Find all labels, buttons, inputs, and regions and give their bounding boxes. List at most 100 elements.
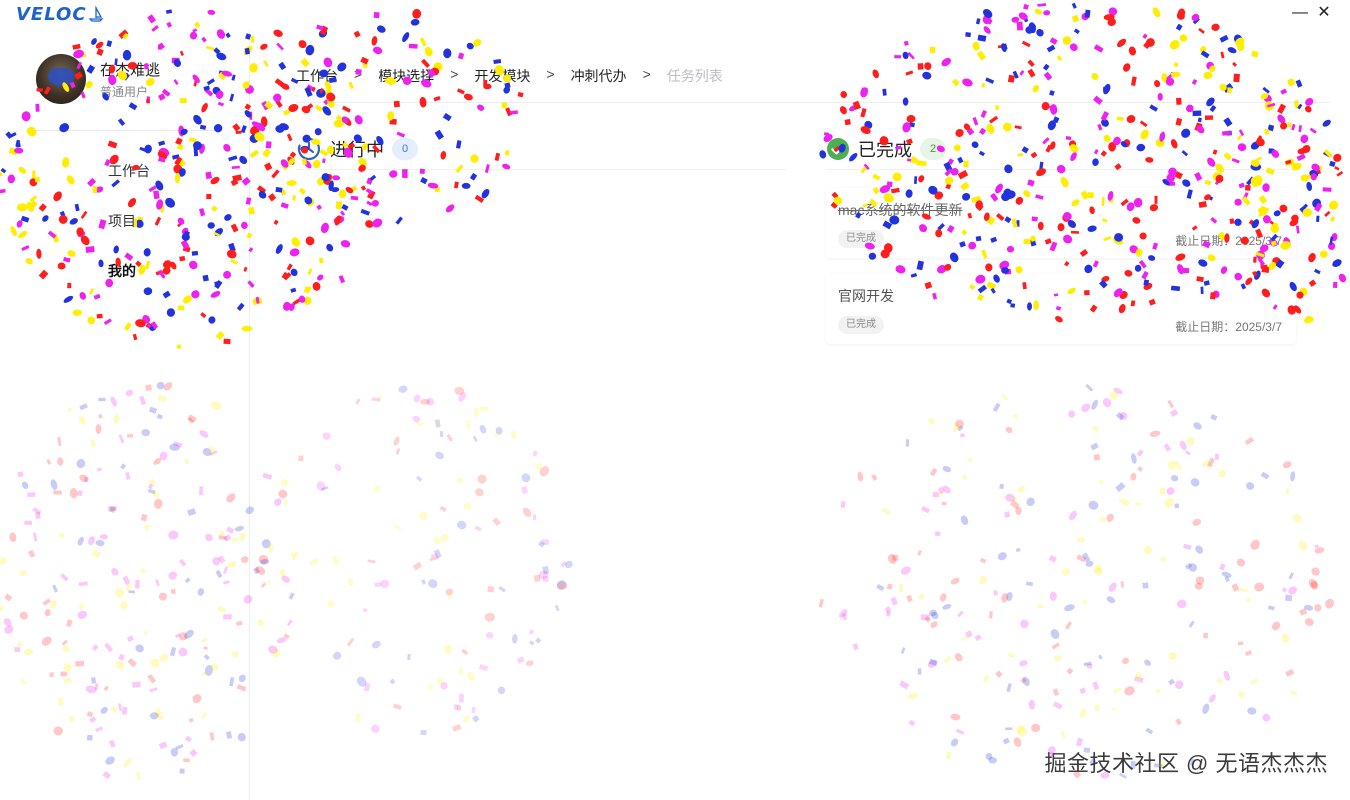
confetti-piece — [1300, 174, 1309, 182]
confetti-piece — [289, 248, 300, 257]
confetti-piece — [556, 580, 566, 590]
confetti-piece — [453, 704, 459, 710]
confetti-piece — [412, 561, 423, 571]
sidebar-item-mine[interactable]: 我的 — [108, 260, 150, 310]
confetti-piece — [477, 474, 487, 484]
confetti-piece — [412, 8, 422, 19]
confetti-piece — [985, 17, 993, 25]
task-card[interactable]: 官网开发 已完成 截止日期：2025/3/7 — [826, 274, 1296, 344]
confetti-piece — [1060, 730, 1066, 740]
confetti-piece — [322, 432, 331, 440]
task-card[interactable]: mac系统的软件更新 已完成 截止日期：2025/3/7 — [826, 188, 1296, 258]
sidebar: 在杰难逃 普通用户 工作台 项目 我的 — [0, 30, 250, 800]
breadcrumb-separator: > — [450, 66, 459, 82]
confetti-piece — [1068, 410, 1075, 418]
confetti-piece — [886, 181, 893, 188]
confetti-piece — [1304, 315, 1312, 324]
confetti-piece — [1071, 2, 1077, 9]
confetti-piece — [1308, 279, 1317, 287]
confetti-piece — [522, 507, 532, 517]
confetti-piece — [1006, 592, 1013, 601]
confetti-piece — [316, 204, 322, 211]
confetti-piece — [1214, 179, 1220, 186]
confetti-piece — [1090, 442, 1099, 451]
confetti-piece — [332, 555, 340, 565]
confetti-piece — [439, 505, 447, 512]
confetti-piece — [1281, 587, 1288, 593]
done-count-badge: 2 — [920, 137, 946, 160]
confetti-piece — [360, 185, 367, 191]
confetti-piece — [1112, 687, 1122, 694]
confetti-piece — [966, 457, 974, 463]
confetti-piece — [1139, 120, 1148, 128]
confetti-piece — [1224, 576, 1230, 583]
confetti-piece — [529, 640, 535, 646]
confetti-piece — [1308, 252, 1316, 263]
confetti-piece — [1202, 703, 1210, 714]
confetti-piece — [1101, 118, 1109, 127]
confetti-piece — [264, 100, 274, 110]
avatar[interactable] — [36, 54, 86, 104]
user-profile[interactable]: 在杰难逃 普通用户 — [36, 54, 160, 104]
breadcrumb-sprint-todo[interactable]: 冲刺代办 — [571, 66, 627, 102]
confetti-piece — [1325, 598, 1335, 609]
confetti-piece — [1021, 40, 1031, 48]
confetti-piece — [1185, 104, 1194, 113]
confetti-piece — [262, 148, 272, 158]
confetti-piece — [328, 180, 334, 191]
confetti-piece — [1142, 582, 1149, 589]
confetti-piece — [291, 237, 301, 247]
confetti-piece — [1115, 411, 1125, 421]
confetti-piece — [957, 610, 964, 618]
confetti-piece — [1193, 422, 1202, 430]
sidebar-item-projects[interactable]: 项目 — [108, 210, 150, 260]
confetti-piece — [1260, 471, 1270, 480]
confetti-piece — [286, 263, 293, 271]
confetti-piece — [495, 426, 503, 435]
breadcrumb-workbench[interactable]: 工作台 — [296, 66, 338, 102]
confetti-piece — [362, 607, 368, 613]
confetti-piece — [1158, 487, 1166, 495]
confetti-piece — [1076, 537, 1086, 543]
confetti-piece — [1115, 482, 1126, 493]
confetti-piece — [1238, 587, 1248, 593]
confetti-piece — [1034, 8, 1042, 15]
logo: VELOC — [16, 4, 104, 25]
confetti-piece — [1094, 567, 1103, 576]
confetti-piece — [1312, 198, 1322, 208]
confetti-piece — [1081, 599, 1088, 606]
confetti-piece — [1338, 273, 1347, 283]
close-button[interactable]: ✕ — [1316, 2, 1332, 24]
confetti-piece — [421, 579, 427, 585]
minimize-button[interactable]: — — [1292, 2, 1308, 24]
confetti-piece — [445, 588, 454, 596]
confetti-piece — [505, 107, 513, 117]
confetti-piece — [1162, 179, 1172, 186]
confetti-piece — [1027, 179, 1035, 187]
confetti-piece — [413, 394, 421, 403]
confetti-piece — [1310, 581, 1319, 590]
confetti-piece — [408, 43, 418, 49]
confetti-piece — [872, 173, 881, 181]
confetti-piece — [280, 202, 289, 209]
confetti-piece — [1281, 633, 1290, 643]
confetti-piece — [902, 51, 909, 60]
confetti-piece — [988, 115, 999, 124]
confetti-piece — [1331, 233, 1338, 242]
confetti-piece — [1219, 563, 1226, 571]
confetti-piece — [1319, 250, 1328, 259]
confetti-piece — [978, 575, 988, 586]
breadcrumb-module-select[interactable]: 模块选择 — [378, 66, 434, 102]
confetti-piece — [1027, 24, 1037, 32]
confetti-piece — [335, 201, 342, 210]
breadcrumb-dev-module[interactable]: 开发模块 — [474, 66, 530, 102]
confetti-piece — [282, 301, 291, 311]
confetti-piece — [1025, 26, 1034, 34]
confetti-piece — [1285, 668, 1295, 677]
confetti-piece — [1054, 654, 1062, 662]
clock-icon — [297, 137, 321, 160]
sidebar-item-workbench[interactable]: 工作台 — [108, 160, 150, 210]
confetti-piece — [1184, 450, 1191, 456]
confetti-piece — [279, 123, 289, 131]
confetti-piece — [456, 477, 464, 484]
